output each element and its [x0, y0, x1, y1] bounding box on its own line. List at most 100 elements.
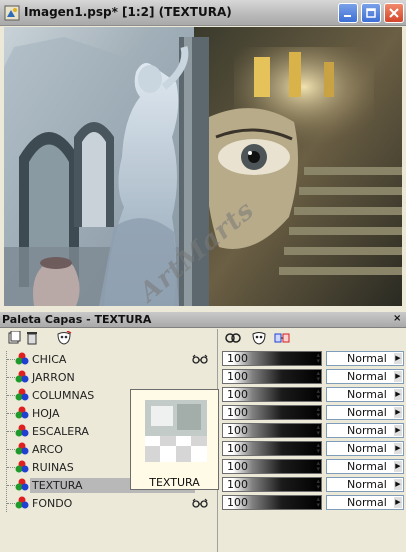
window-titlebar[interactable]: Imagen1.psp* [1:2] (TEXTURA) — [0, 0, 406, 26]
layer-name: JARRON — [32, 371, 75, 384]
opacity-slider[interactable]: 100 ▴ ▾ — [222, 405, 322, 420]
opacity-slider[interactable]: 100 ▴ ▾ — [222, 351, 322, 366]
layer-controls-fondo: 100 ▴ ▾ Normal ▶ — [222, 495, 404, 510]
opacity-value: 100 — [227, 406, 248, 419]
layer-name: CHICA — [32, 353, 67, 366]
blend-mode-value: Normal — [347, 460, 387, 473]
raster-layer-icon — [15, 352, 29, 365]
spin-arrows-icon[interactable]: ▴ ▾ — [316, 406, 320, 419]
spin-arrows-icon[interactable]: ▴ ▾ — [316, 388, 320, 401]
raster-layer-icon — [15, 424, 29, 437]
opacity-value: 100 — [227, 352, 248, 365]
opacity-slider[interactable]: 100 ▴ ▾ — [222, 369, 322, 384]
layers-palette: Paleta Capas - TEXTURA × CHICA JARRON CO… — [0, 312, 406, 552]
chevron-right-icon[interactable]: ▶ — [394, 425, 402, 436]
blend-mode-value: Normal — [347, 496, 387, 509]
opacity-slider[interactable]: 100 ▴ ▾ — [222, 495, 322, 510]
chevron-right-icon[interactable]: ▶ — [394, 389, 402, 400]
chevron-right-icon[interactable]: ▶ — [394, 479, 402, 490]
opacity-value: 100 — [227, 370, 248, 383]
new-layer-icon[interactable] — [6, 331, 22, 345]
layer-row-chica[interactable]: CHICA — [4, 351, 212, 368]
blend-mode-value: Normal — [347, 424, 387, 437]
maximize-button[interactable] — [361, 3, 381, 23]
blend-mode-value: Normal — [347, 388, 387, 401]
layer-controls-jarron: 100 ▴ ▾ Normal ▶ — [222, 369, 404, 384]
blend-mode-select[interactable]: Normal ▶ — [326, 495, 404, 510]
opacity-value: 100 — [227, 460, 248, 473]
chevron-right-icon[interactable]: ▶ — [394, 407, 402, 418]
blend-mode-value: Normal — [347, 442, 387, 455]
layer-controls-arco: 100 ▴ ▾ Normal ▶ — [222, 441, 404, 456]
palette-title: Paleta Capas - TEXTURA — [2, 313, 152, 326]
mask-tab-icon[interactable] — [251, 331, 267, 345]
maximize-icon — [366, 8, 376, 18]
opacity-value: 100 — [227, 496, 248, 509]
raster-layer-icon — [15, 442, 29, 455]
raster-layer-icon — [15, 406, 29, 419]
blend-mode-select[interactable]: Normal ▶ — [326, 369, 404, 384]
opacity-value: 100 — [227, 424, 248, 437]
layer-controls-columnas: 100 ▴ ▾ Normal ▶ — [222, 387, 404, 402]
window-title: Imagen1.psp* [1:2] (TEXTURA) — [24, 5, 232, 19]
layer-controls-hoja: 100 ▴ ▾ Normal ▶ — [222, 405, 404, 420]
raster-layer-icon — [15, 496, 29, 509]
blend-mode-select[interactable]: Normal ▶ — [326, 405, 404, 420]
chevron-right-icon[interactable]: ▶ — [394, 353, 402, 364]
blend-mode-select[interactable]: Normal ▶ — [326, 459, 404, 474]
spin-arrows-icon[interactable]: ▴ ▾ — [316, 478, 320, 491]
visibility-glasses-icon[interactable] — [192, 354, 208, 364]
blend-mode-select[interactable]: Normal ▶ — [326, 477, 404, 492]
layers-list-panel: CHICA JARRON COLUMNAS HOJA ESCALERA ARCO — [0, 329, 219, 552]
spin-arrows-icon[interactable]: ▴ ▾ — [316, 424, 320, 437]
chevron-right-icon[interactable]: ▶ — [394, 461, 402, 472]
delete-layer-icon[interactable] — [24, 331, 40, 345]
group-icon[interactable] — [274, 331, 290, 345]
chevron-right-icon[interactable]: ▶ — [394, 443, 402, 454]
raster-layer-icon — [15, 388, 29, 401]
spin-arrows-icon[interactable]: ▴ ▾ — [316, 496, 320, 509]
psp-app-icon — [4, 5, 20, 21]
thumbnail-label: TEXTURA — [149, 476, 200, 489]
blend-mode-select[interactable]: Normal ▶ — [326, 351, 404, 366]
chevron-right-icon[interactable]: ▶ — [394, 497, 402, 508]
link-icon[interactable] — [225, 331, 241, 345]
mask-icon[interactable] — [56, 331, 72, 345]
opacity-value: 100 — [227, 442, 248, 455]
opacity-slider[interactable]: 100 ▴ ▾ — [222, 459, 322, 474]
spin-arrows-icon[interactable]: ▴ ▾ — [316, 352, 320, 365]
layer-row-fondo[interactable]: FONDO — [4, 495, 212, 512]
blend-mode-select[interactable]: Normal ▶ — [326, 441, 404, 456]
layer-controls-textura: 100 ▴ ▾ Normal ▶ — [222, 477, 404, 492]
chevron-right-icon[interactable]: ▶ — [394, 371, 402, 382]
spin-arrows-icon[interactable]: ▴ ▾ — [316, 460, 320, 473]
layer-controls-ruinas: 100 ▴ ▾ Normal ▶ — [222, 459, 404, 474]
opacity-value: 100 — [227, 388, 248, 401]
blend-mode-select[interactable]: Normal ▶ — [326, 387, 404, 402]
visibility-glasses-icon[interactable] — [192, 498, 208, 508]
blend-mode-value: Normal — [347, 478, 387, 491]
blend-mode-value: Normal — [347, 406, 387, 419]
layer-controls-escalera: 100 ▴ ▾ Normal ▶ — [222, 423, 404, 438]
layer-controls-chica: 100 ▴ ▾ Normal ▶ — [222, 351, 404, 366]
blend-mode-value: Normal — [347, 352, 387, 365]
layer-thumbnail-preview — [145, 400, 207, 462]
layer-thumbnail-tooltip: TEXTURA — [130, 389, 219, 490]
close-button[interactable] — [384, 3, 404, 23]
opacity-slider[interactable]: 100 ▴ ▾ — [222, 387, 322, 402]
layer-row-jarron[interactable]: JARRON — [4, 369, 212, 386]
minimize-button[interactable] — [338, 3, 358, 23]
spin-arrows-icon[interactable]: ▴ ▾ — [316, 442, 320, 455]
palette-close-icon[interactable]: × — [393, 314, 403, 324]
palette-titlebar[interactable]: Paleta Capas - TEXTURA × — [0, 312, 406, 328]
spin-arrows-icon[interactable]: ▴ ▾ — [316, 370, 320, 383]
opacity-slider[interactable]: 100 ▴ ▾ — [222, 477, 322, 492]
layer-properties-panel: 100 ▴ ▾ Normal ▶ 100 ▴ ▾ Normal ▶ 100 ▴ ▾ Normal… — [219, 329, 406, 552]
opacity-slider[interactable]: 100 ▴ ▾ — [222, 441, 322, 456]
layer-name: FONDO — [32, 497, 73, 510]
raster-layer-icon — [15, 478, 29, 491]
opacity-slider[interactable]: 100 ▴ ▾ — [222, 423, 322, 438]
blend-mode-value: Normal — [347, 370, 387, 383]
blend-mode-select[interactable]: Normal ▶ — [326, 423, 404, 438]
raster-layer-icon — [15, 370, 29, 383]
